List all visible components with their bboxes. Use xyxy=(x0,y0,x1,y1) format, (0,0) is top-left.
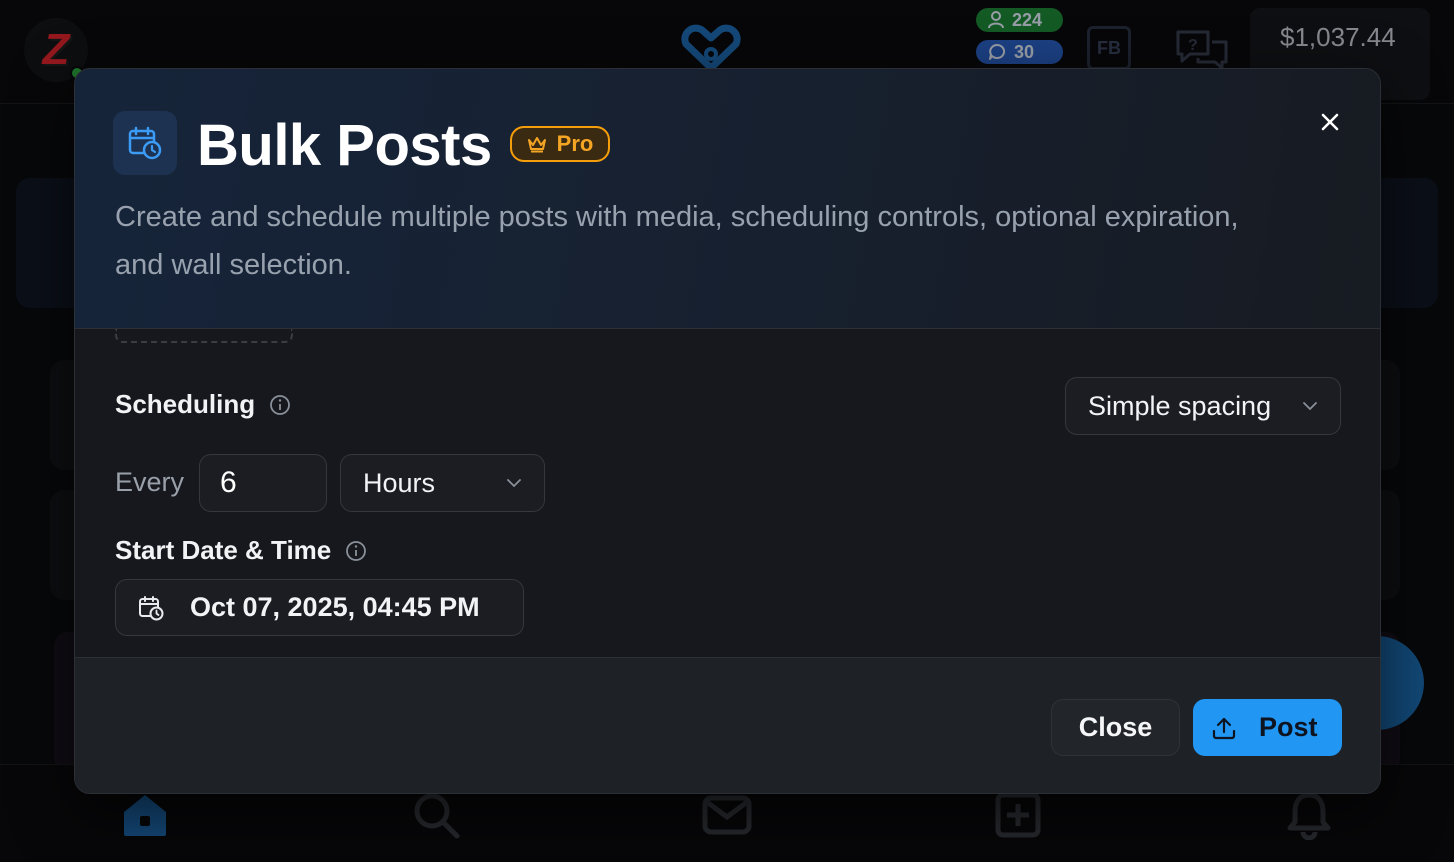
close-icon[interactable] xyxy=(1315,107,1345,137)
interval-unit-select[interactable]: Hours xyxy=(340,454,545,512)
upload-icon xyxy=(1212,717,1236,739)
post-button-label: Post xyxy=(1259,712,1318,742)
pro-badge-label: Pro xyxy=(556,131,594,156)
header-icon-tile xyxy=(113,111,177,175)
modal-title: Bulk Posts xyxy=(197,113,492,178)
interval-unit-value: Hours xyxy=(363,467,436,498)
modal-footer: Close Post xyxy=(75,657,1380,793)
close-button[interactable]: Close xyxy=(1051,699,1180,756)
start-date-label-text: Start Date & Time xyxy=(115,535,332,565)
chevron-down-icon xyxy=(507,479,521,488)
close-button-label: Close xyxy=(1078,712,1153,742)
info-icon[interactable] xyxy=(269,394,291,416)
info-icon[interactable] xyxy=(345,540,367,562)
calendar-clock-icon xyxy=(139,595,164,620)
calendar-clock-icon xyxy=(128,126,162,160)
every-label: Every xyxy=(115,467,185,497)
crown-icon xyxy=(527,137,546,153)
media-dropzone-edge xyxy=(115,329,293,343)
post-button[interactable]: Post xyxy=(1193,699,1342,756)
start-date-value: Oct 07, 2025, 04:45 PM xyxy=(190,592,480,622)
chevron-down-icon xyxy=(1303,402,1317,411)
scheduling-mode-select[interactable]: Simple spacing xyxy=(1065,377,1341,435)
scheduling-label: Scheduling xyxy=(115,389,291,420)
pro-badge: Pro xyxy=(510,126,610,162)
bulk-posts-modal: Bulk Posts Pro Create and schedule multi… xyxy=(74,68,1381,794)
modal-header: Bulk Posts Pro Create and schedule multi… xyxy=(75,69,1380,329)
scheduling-mode-value: Simple spacing xyxy=(1088,390,1272,421)
modal-description: Create and schedule multiple posts with … xyxy=(115,201,1239,281)
start-date-picker[interactable]: Oct 07, 2025, 04:45 PM xyxy=(115,579,524,636)
start-date-label: Start Date & Time xyxy=(115,535,367,566)
scheduling-label-text: Scheduling xyxy=(115,389,256,419)
interval-input[interactable] xyxy=(199,454,327,512)
